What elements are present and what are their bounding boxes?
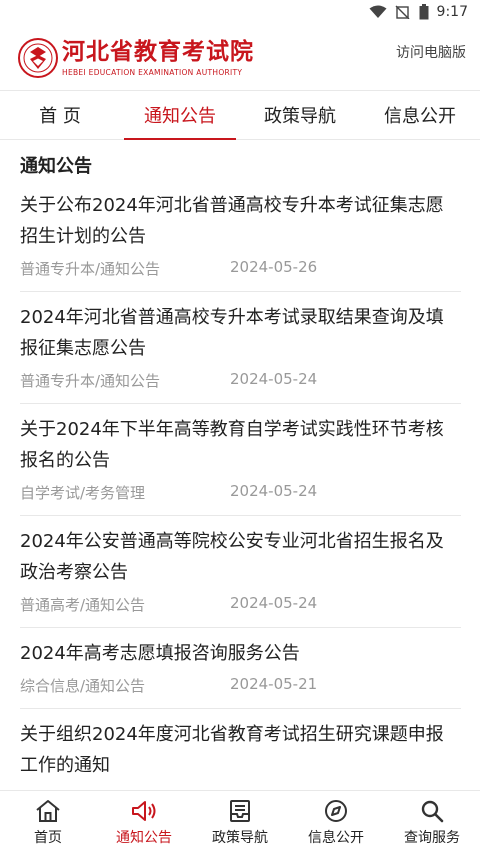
list-item[interactable]: 2024年公安普通高等院校公安专业河北省招生报名及政治考察公告 普通高考/通知公… [20, 516, 461, 628]
item-date: 2024-05-24 [230, 482, 318, 500]
nav-tab-notices[interactable]: 通知公告 [120, 91, 240, 140]
item-title: 2024年公安普通高等院校公安专业河北省招生报名及政治考察公告 [20, 531, 444, 583]
item-title: 关于公布2024年河北省普通高校专升本考试征集志愿招生计划的公告 [20, 195, 444, 247]
item-date: 2024-05-24 [230, 370, 318, 388]
inbox-icon [228, 799, 252, 823]
item-category: 普通专升本/通知公告 [20, 372, 161, 390]
megaphone-icon [130, 799, 158, 823]
item-category: 普通专升本/通知公告 [20, 260, 161, 278]
nav-tab-home[interactable]: 首 页 [0, 91, 120, 139]
site-logo[interactable] [18, 38, 58, 78]
list-item[interactable]: 2024年高考志愿填报咨询服务公告 综合信息/通知公告 2024-05-21 [20, 628, 461, 709]
search-icon [420, 799, 444, 823]
item-title: 关于2024年下半年高等教育自学考试实践性环节考核报名的公告 [20, 419, 444, 471]
battery-icon [419, 4, 429, 20]
tab-label: 信息公开 [308, 829, 364, 846]
item-title: 关于组织2024年度河北省教育考试招生研究课题申报工作的通知 [20, 724, 444, 776]
site-header: 河北省教育考试院 HEBEI EDUCATION EXAMINATION AUT… [0, 28, 480, 88]
nav-tab-disclosure[interactable]: 信息公开 [360, 91, 480, 139]
item-category: 自学考试/考务管理 [20, 484, 146, 502]
site-subtitle: HEBEI EDUCATION EXAMINATION AUTHORITY [62, 68, 243, 77]
tab-home[interactable]: 首页 [0, 791, 96, 854]
tab-label: 政策导航 [212, 829, 268, 846]
list-item[interactable]: 关于公布2024年河北省普通高校专升本考试征集志愿招生计划的公告 普通专升本/通… [20, 180, 461, 292]
notice-list: 关于公布2024年河北省普通高校专升本考试征集志愿招生计划的公告 普通专升本/通… [20, 180, 461, 800]
tab-label: 查询服务 [404, 829, 460, 846]
top-nav: 首 页 通知公告 政策导航 信息公开 [0, 90, 480, 140]
home-icon [35, 799, 61, 823]
wifi-icon [369, 5, 387, 19]
tab-query[interactable]: 查询服务 [384, 791, 480, 854]
item-category: 普通高考/通知公告 [20, 596, 146, 614]
tab-disclosure[interactable]: 信息公开 [288, 791, 384, 854]
compass-icon [324, 799, 348, 823]
item-date: 2024-05-21 [230, 675, 318, 693]
signal-off-icon [395, 5, 411, 19]
list-item[interactable]: 关于2024年下半年高等教育自学考试实践性环节考核报名的公告 自学考试/考务管理… [20, 404, 461, 516]
tab-notices[interactable]: 通知公告 [96, 791, 192, 854]
list-item[interactable]: 关于组织2024年度河北省教育考试招生研究课题申报工作的通知 [20, 709, 461, 800]
tab-label: 首页 [34, 829, 62, 846]
site-title: 河北省教育考试院 [62, 39, 254, 65]
tab-label: 通知公告 [116, 829, 172, 846]
list-item[interactable]: 2024年河北省普通高校专升本考试录取结果查询及填报征集志愿公告 普通专升本/通… [20, 292, 461, 404]
section-title: 通知公告 [20, 156, 92, 177]
item-title: 2024年河北省普通高校专升本考试录取结果查询及填报征集志愿公告 [20, 307, 444, 359]
bottom-tab-bar: 首页 通知公告 政策导航 信息公开 查询服务 [0, 790, 480, 854]
desktop-version-link[interactable]: 访问电脑版 [396, 42, 466, 62]
tab-policy[interactable]: 政策导航 [192, 791, 288, 854]
nav-tab-policy[interactable]: 政策导航 [240, 91, 360, 139]
item-date: 2024-05-24 [230, 594, 318, 612]
item-category: 综合信息/通知公告 [20, 677, 146, 695]
item-date: 2024-05-26 [230, 258, 318, 276]
status-time: 9:17 [436, 4, 468, 20]
item-title: 2024年高考志愿填报咨询服务公告 [20, 643, 300, 664]
status-bar: 9:17 [0, 0, 480, 24]
